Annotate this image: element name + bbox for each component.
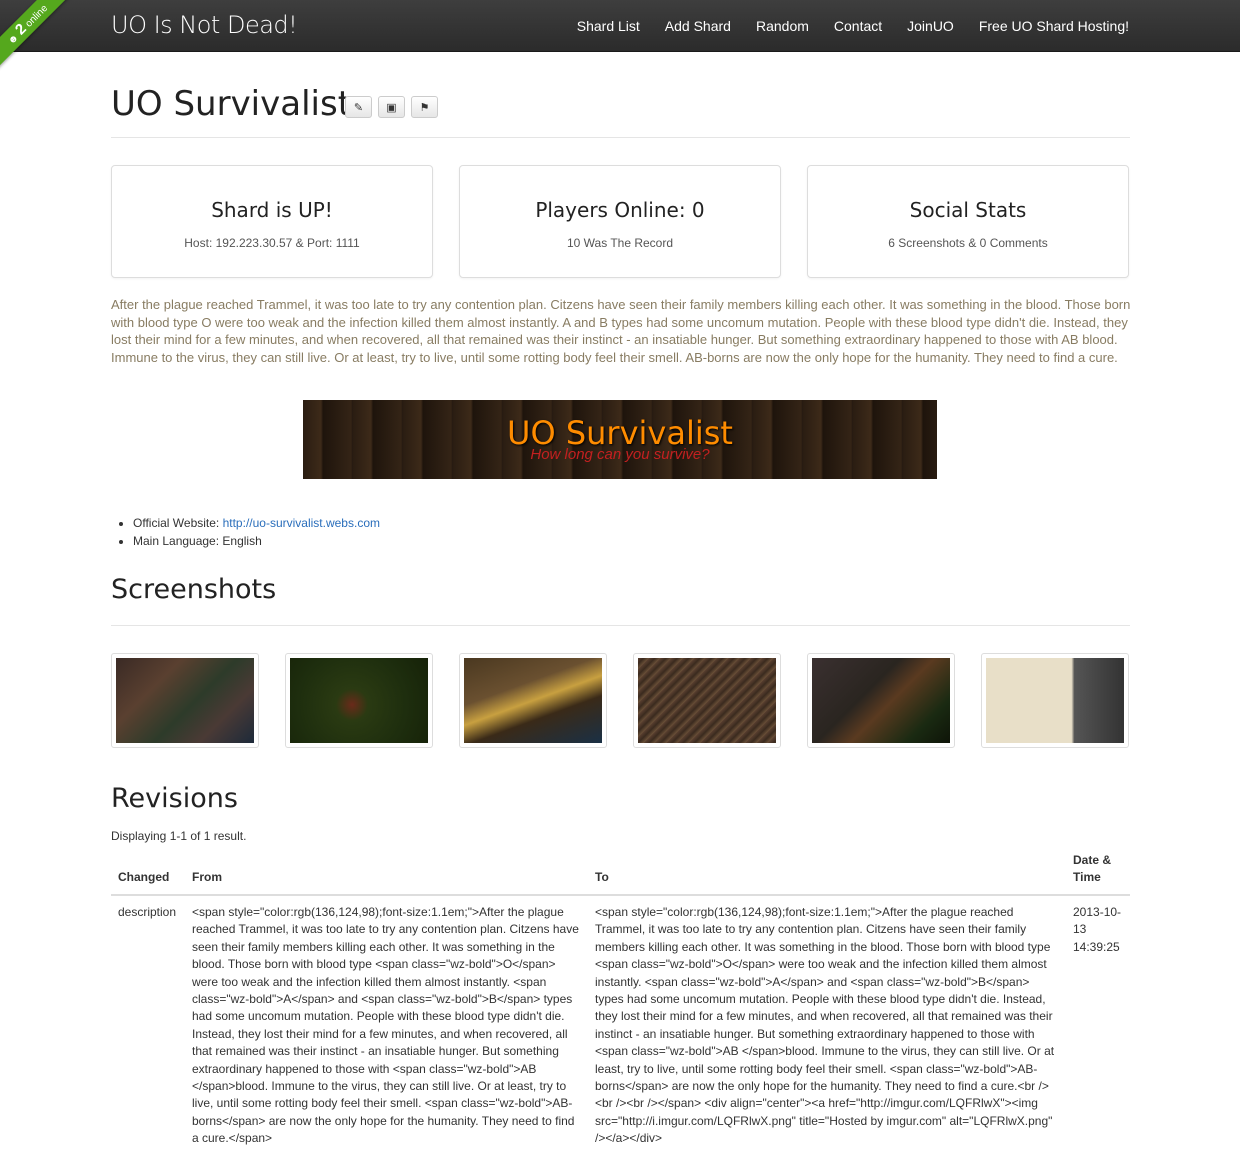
social-stats-detail: 6 Screenshots & 0 Comments [888, 236, 1048, 250]
report-button[interactable]: ⚑ [411, 96, 438, 118]
screenshot-thumbnail[interactable] [981, 653, 1129, 748]
shard-host-port: Host: 192.223.30.57 & Port: 1111 [184, 236, 360, 250]
cell-to: <span style="color:rgb(136,124,98);font-… [595, 905, 1055, 1146]
website-link[interactable]: http://uo-survivalist.webs.com [223, 516, 380, 530]
nav-shard-list[interactable]: Shard List [577, 0, 640, 52]
column-header-date: Date & Time [1066, 850, 1130, 896]
screenshot-thumbnail[interactable] [285, 653, 433, 748]
screenshot-thumbnail[interactable] [459, 653, 607, 748]
nav-random[interactable]: Random [756, 0, 809, 52]
list-item: Main Language: English [133, 532, 380, 550]
page-title: UO Survivalist [111, 84, 352, 124]
screenshot-button[interactable]: ▣ [378, 96, 405, 118]
website-label: Official Website: [133, 516, 223, 530]
list-item: Official Website: http://uo-survivalist.… [133, 514, 380, 532]
user-icon: ☻ [5, 31, 22, 48]
divider [111, 625, 1130, 626]
screenshot-thumbnail[interactable] [807, 653, 955, 748]
shard-status-box: Shard is UP! Host: 192.223.30.57 & Port:… [111, 165, 433, 278]
nav-add-shard[interactable]: Add Shard [665, 0, 731, 52]
pencil-icon: ✎ [353, 101, 364, 114]
divider [111, 137, 1130, 138]
banner-subtitle: How long can you survive? [530, 446, 710, 463]
nav-menu: Shard List Add Shard Random Contact Join… [552, 0, 1129, 52]
screenshot-thumbnail[interactable] [633, 653, 781, 748]
picture-icon: ▣ [386, 101, 397, 114]
shard-info-list: Official Website: http://uo-survivalist.… [133, 514, 380, 550]
nav-free-hosting[interactable]: Free UO Shard Hosting! [979, 0, 1129, 52]
social-stats-heading: Social Stats [909, 198, 1027, 222]
shard-status-heading: Shard is UP! [211, 198, 333, 222]
screenshot-thumbnail[interactable] [111, 653, 259, 748]
nav-joinuo[interactable]: JoinUO [907, 0, 954, 52]
nav-contact[interactable]: Contact [834, 0, 882, 52]
revisions-summary: Displaying 1-1 of 1 result. [111, 829, 247, 843]
players-record: 10 Was The Record [566, 236, 674, 250]
cell-date: 2013-10-13 14:39:25 [1073, 905, 1122, 954]
shard-description: After the plague reached Trammel, it was… [111, 297, 1131, 365]
edit-button[interactable]: ✎ [345, 96, 372, 118]
revisions-table: Changed From To Date & Time description … [111, 850, 1130, 1156]
screenshots-heading: Screenshots [111, 574, 277, 605]
brand-link[interactable]: UO Is Not Dead! [111, 11, 298, 39]
table-row: description <span style="color:rgb(136,1… [111, 895, 1130, 1156]
navbar: UO Is Not Dead! Shard List Add Shard Ran… [0, 0, 1240, 52]
cell-changed: description [118, 905, 177, 919]
column-header-to: To [588, 850, 1066, 896]
column-header-from: From [185, 850, 588, 896]
players-online-heading: Players Online: 0 [535, 198, 705, 222]
title-actions: ✎ ▣ ⚑ [345, 96, 438, 118]
table-header-row: Changed From To Date & Time [111, 850, 1130, 896]
flag-icon: ⚑ [419, 101, 430, 114]
social-stats-box: Social Stats 6 Screenshots & 0 Comments [807, 165, 1129, 278]
shard-banner-image: UO Survivalist How long can you survive? [303, 400, 937, 479]
players-online-box: Players Online: 0 10 Was The Record [459, 165, 781, 278]
revisions-heading: Revisions [111, 783, 238, 814]
column-header-changed: Changed [111, 850, 185, 896]
cell-from: <span style="color:rgb(136,124,98);font-… [192, 905, 579, 1146]
